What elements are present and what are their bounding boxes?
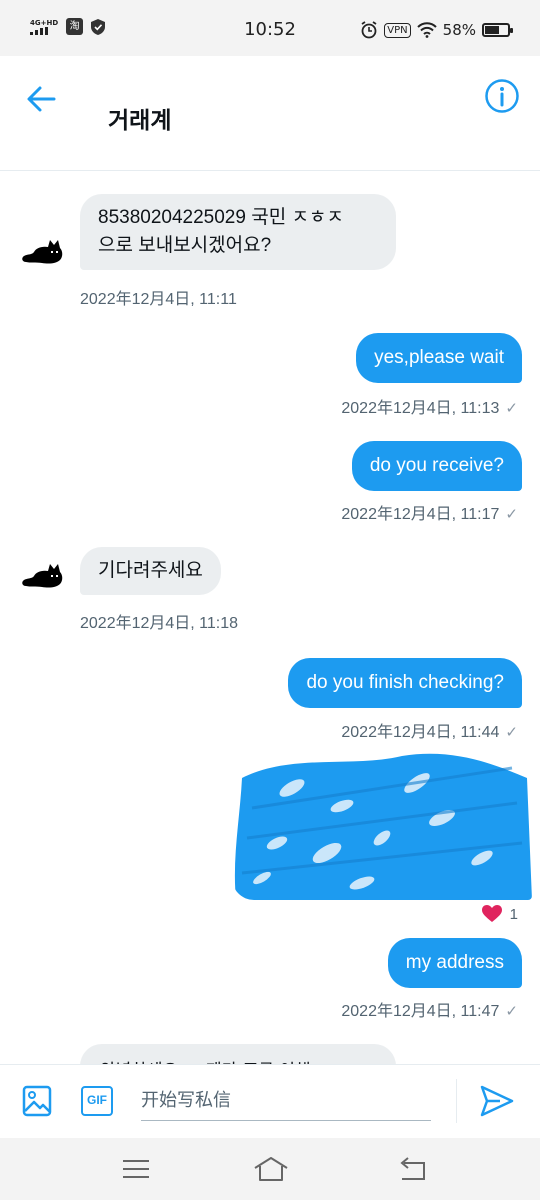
message-text: 기다려주세요	[98, 560, 203, 581]
message-timestamp-row: 2022年12月4日, 11:47 ✓	[341, 997, 518, 1021]
reaction-count: 1	[509, 905, 518, 923]
cat-avatar[interactable]	[20, 236, 64, 266]
message-timestamp-row: 2022年12月4日, 11:17 ✓	[341, 500, 518, 524]
message-text-line: 으로 보내보시겠어요?	[98, 235, 272, 256]
alarm-icon	[361, 21, 377, 39]
message-text: do you finish checking?	[306, 672, 504, 693]
incoming-message-bubble[interactable]: 기다려주세요	[80, 547, 221, 595]
battery-fill	[485, 26, 499, 34]
battery-icon	[482, 23, 513, 37]
outgoing-message-bubble[interactable]: do you receive?	[351, 441, 522, 491]
sent-check-icon: ✓	[505, 1003, 518, 1020]
message-timestamp: 2022年12月4日, 11:44	[341, 724, 500, 741]
message-timestamp-row: 2022年12月4日, 11:44 ✓	[341, 718, 518, 742]
menu-icon[interactable]	[120, 1155, 152, 1183]
send-icon[interactable]	[480, 1085, 514, 1117]
sent-check-icon: ✓	[505, 400, 518, 417]
conversation-title: 거래계	[108, 108, 172, 134]
outgoing-image-message[interactable]	[232, 748, 532, 900]
conversation-header: 거래계	[0, 56, 540, 171]
arrow-left-icon[interactable]	[24, 82, 58, 116]
message-timestamp: 2022年12月4日, 11:13	[341, 400, 500, 417]
message-input[interactable]	[141, 1081, 431, 1121]
message-text: yes,please wait	[374, 347, 504, 368]
image-icon[interactable]	[22, 1085, 52, 1117]
sent-check-icon: ✓	[505, 506, 518, 523]
battery-percent: 58%	[442, 21, 476, 39]
heart-icon	[481, 905, 502, 922]
sent-check-icon: ✓	[505, 724, 518, 741]
message-timestamp: 2022年12月4日, 11:18	[80, 615, 239, 632]
system-nav-bar	[0, 1138, 540, 1200]
message-composer: GIF	[0, 1064, 540, 1138]
wifi-icon	[416, 22, 437, 38]
message-timestamp: 2022年12月4日, 11:11	[80, 291, 237, 308]
cat-avatar[interactable]	[20, 560, 64, 590]
message-text: my address	[405, 952, 504, 973]
status-right: VPN 58%	[360, 21, 513, 39]
composer-divider	[456, 1079, 457, 1123]
message-timestamp: 2022年12月4日, 11:47	[341, 1003, 500, 1020]
redacted-image	[232, 748, 532, 900]
info-icon[interactable]	[484, 78, 520, 114]
message-text-line: 85380204225029 국민 ㅈㅎㅈ	[98, 207, 344, 228]
status-bar: 4G+HD 淘 10:52 VPN 58%	[0, 0, 540, 56]
message-timestamp-row: 2022年12月4日, 11:13 ✓	[341, 394, 518, 418]
message-timestamp: 2022年12月4日, 11:17	[341, 506, 500, 523]
outgoing-message-bubble[interactable]: my address	[387, 938, 522, 988]
home-icon[interactable]	[252, 1155, 290, 1183]
outgoing-message-bubble[interactable]: do you finish checking?	[288, 658, 522, 708]
gif-button[interactable]: GIF	[81, 1086, 113, 1116]
back-nav-icon[interactable]	[396, 1155, 428, 1183]
vpn-badge: VPN	[384, 22, 411, 38]
incoming-message-bubble[interactable]: 85380204225029 국민 ㅈㅎㅈ 으로 보내보시겠어요?	[80, 194, 396, 270]
reaction-row[interactable]: 1	[481, 905, 518, 923]
message-text: do you receive?	[369, 455, 504, 476]
outgoing-message-bubble[interactable]: yes,please wait	[356, 333, 522, 383]
